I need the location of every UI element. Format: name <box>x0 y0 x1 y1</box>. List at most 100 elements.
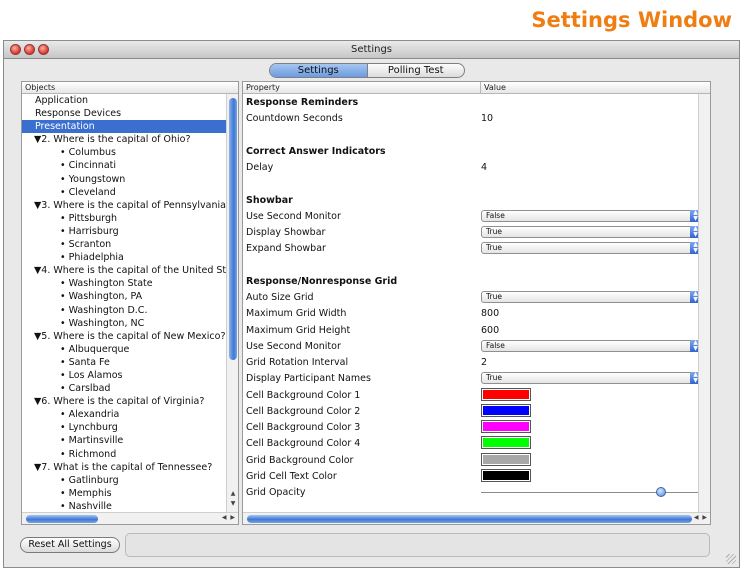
objects-vertical-scrollbar[interactable]: ▲ ▼ <box>226 94 238 514</box>
property-row[interactable]: Expand Showbar True ▲ ▼ <box>243 241 701 256</box>
property-select[interactable]: True ▲ ▼ <box>481 372 701 385</box>
scroll-up-arrow-icon[interactable]: ▲ <box>228 490 238 498</box>
property-name: Cell Background Color 3 <box>246 422 361 433</box>
property-select[interactable]: True ▲ ▼ <box>481 242 701 255</box>
slider-knob[interactable] <box>656 487 667 497</box>
property-row[interactable]: Grid Rotation Interval 2 <box>243 355 698 370</box>
tree-question-item[interactable]: ▼4. Where is the capital of the United S… <box>22 264 226 277</box>
tree-object-item[interactable]: Presentation <box>22 120 226 134</box>
tree-question-item[interactable]: ▼5. Where is the capital of New Mexico? <box>22 330 226 343</box>
tree-answer-item[interactable]: • Columbus <box>22 146 226 159</box>
resize-grip-icon[interactable] <box>726 554 736 564</box>
property-row[interactable]: Maximum Grid Height 600 <box>243 323 698 338</box>
property-row[interactable]: Maximum Grid Width 800 <box>243 306 698 321</box>
properties-vertical-scrollbar[interactable] <box>698 94 710 514</box>
property-row[interactable]: Auto Size Grid True ▲ ▼ <box>243 290 701 305</box>
property-name: Expand Showbar <box>246 243 326 255</box>
property-row[interactable]: Grid Background Color <box>243 452 698 468</box>
property-row[interactable]: Display Showbar True ▲ ▼ <box>243 225 701 240</box>
color-swatch[interactable] <box>481 452 531 466</box>
hscroll-arrows-icon[interactable]: ◀ ▶ <box>694 514 708 521</box>
objects-hscroll-thumb[interactable] <box>26 515 98 523</box>
tree-answer-item[interactable]: • Harrisburg <box>22 225 226 238</box>
property-row[interactable]: Delay 4 <box>243 160 698 175</box>
property-name: Grid Opacity <box>246 487 306 498</box>
objects-column-header[interactable]: Objects <box>22 82 238 94</box>
tree-question-item[interactable]: ▼2. Where is the capital of Ohio? <box>22 133 226 146</box>
tree-answer-item[interactable]: • Washington State <box>22 277 226 290</box>
page-heading: Settings Window <box>531 8 732 32</box>
opacity-slider[interactable] <box>481 487 701 497</box>
color-swatch[interactable] <box>481 420 531 433</box>
select-value: False <box>486 340 505 350</box>
tree-question-item[interactable]: ▼6. Where is the capital of Virginia? <box>22 395 226 408</box>
property-value[interactable]: 2 <box>481 357 487 368</box>
color-swatch[interactable] <box>481 387 531 401</box>
property-group-header: Showbar <box>243 193 698 208</box>
tree-answer-item[interactable]: • Martinsville <box>22 434 226 447</box>
tree-answer-item[interactable]: • Alexandria <box>22 408 226 421</box>
property-name: Auto Size Grid <box>246 292 314 303</box>
property-name: Delay <box>246 162 274 173</box>
property-name: Correct Answer Indicators <box>246 145 386 157</box>
property-name: Countdown Seconds <box>246 113 343 125</box>
property-row[interactable]: Countdown Seconds 10 <box>243 111 698 126</box>
tree-question-item[interactable]: ▼7. What is the capital of Tennessee? <box>22 461 226 474</box>
property-column-title[interactable]: Property <box>246 83 280 92</box>
tree-answer-item[interactable]: • Washington, NC <box>22 317 226 330</box>
color-swatch[interactable] <box>481 468 531 482</box>
tree-answer-item[interactable]: • Memphis <box>22 487 226 500</box>
reset-all-settings-button[interactable]: Reset All Settings <box>20 537 120 553</box>
property-row[interactable]: Cell Background Color 4 <box>243 436 698 451</box>
property-row[interactable]: Use Second Monitor False ▲ ▼ <box>243 209 701 224</box>
tab-polling-test[interactable]: Polling Test <box>368 64 465 77</box>
tree-answer-item[interactable]: • Phiadelphia <box>22 251 226 264</box>
objects-scroll-thumb[interactable] <box>229 98 237 360</box>
tree-answer-item[interactable]: • Washington, PA <box>22 290 226 303</box>
tree-answer-item[interactable]: • Youngstown <box>22 173 226 186</box>
property-select[interactable]: True ▲ ▼ <box>481 226 701 238</box>
tree-answer-item[interactable]: • Santa Fe <box>22 356 226 369</box>
property-value[interactable]: 4 <box>481 162 487 173</box>
property-row[interactable]: Cell Background Color 3 <box>243 420 698 435</box>
title-bar[interactable]: Settings <box>4 41 739 59</box>
property-value[interactable]: 800 <box>481 308 499 319</box>
tree-answer-item[interactable]: • Los Alamos <box>22 369 226 382</box>
property-group-header: Correct Answer Indicators <box>243 144 698 159</box>
value-column-title[interactable]: Value <box>480 82 506 94</box>
tree-answer-item[interactable]: • Scranton <box>22 238 226 251</box>
properties-hscroll-thumb[interactable] <box>247 515 692 523</box>
tree-answer-item[interactable]: • Richmond <box>22 448 226 461</box>
objects-horizontal-scrollbar[interactable]: ◀ ▶ <box>22 512 238 524</box>
property-select[interactable]: False ▲ ▼ <box>481 339 701 352</box>
property-value[interactable]: 10 <box>481 113 493 124</box>
color-swatch[interactable] <box>481 436 531 450</box>
property-row[interactable]: Grid Cell Text Color <box>243 468 698 484</box>
properties-horizontal-scrollbar[interactable]: ◀ ▶ <box>243 512 710 524</box>
tree-answer-item[interactable]: • Pittsburgh <box>22 212 226 225</box>
color-fill <box>483 405 529 415</box>
tree-answer-item[interactable]: • Lynchburg <box>22 421 226 434</box>
tree-answer-item[interactable]: • Cincinnati <box>22 159 226 172</box>
property-value[interactable]: 600 <box>481 325 499 336</box>
tree-answer-item[interactable]: • Washington D.C. <box>22 304 226 317</box>
tree-object-item[interactable]: Response Devices <box>22 107 226 120</box>
tab-settings[interactable]: Settings <box>270 64 368 77</box>
property-select[interactable]: False ▲ ▼ <box>481 209 701 222</box>
scroll-down-arrow-icon[interactable]: ▼ <box>228 500 238 508</box>
tree-object-item[interactable]: Application <box>22 94 226 107</box>
hscroll-arrows-icon[interactable]: ◀ ▶ <box>222 514 236 521</box>
tree-answer-item[interactable]: • Gatlinburg <box>22 474 226 487</box>
tree-answer-item[interactable]: • Cleveland <box>22 186 226 199</box>
tree-question-item[interactable]: ▼3. Where is the capital of Pennsylvania… <box>22 199 226 212</box>
property-group-header: Response/Nonresponse Grid <box>243 274 698 289</box>
property-row[interactable]: Use Second Monitor False ▲ ▼ <box>243 339 701 354</box>
property-row[interactable]: Grid Opacity <box>243 485 701 500</box>
tree-answer-item[interactable]: • Carslbad <box>22 382 226 395</box>
property-select[interactable]: True ▲ ▼ <box>481 291 701 303</box>
property-row[interactable]: Display Participant Names True ▲ ▼ <box>243 371 701 386</box>
color-swatch[interactable] <box>481 403 531 417</box>
property-row[interactable]: Cell Background Color 1 <box>243 387 698 403</box>
tree-answer-item[interactable]: • Albuquerque <box>22 343 226 356</box>
property-row[interactable]: Cell Background Color 2 <box>243 403 698 419</box>
